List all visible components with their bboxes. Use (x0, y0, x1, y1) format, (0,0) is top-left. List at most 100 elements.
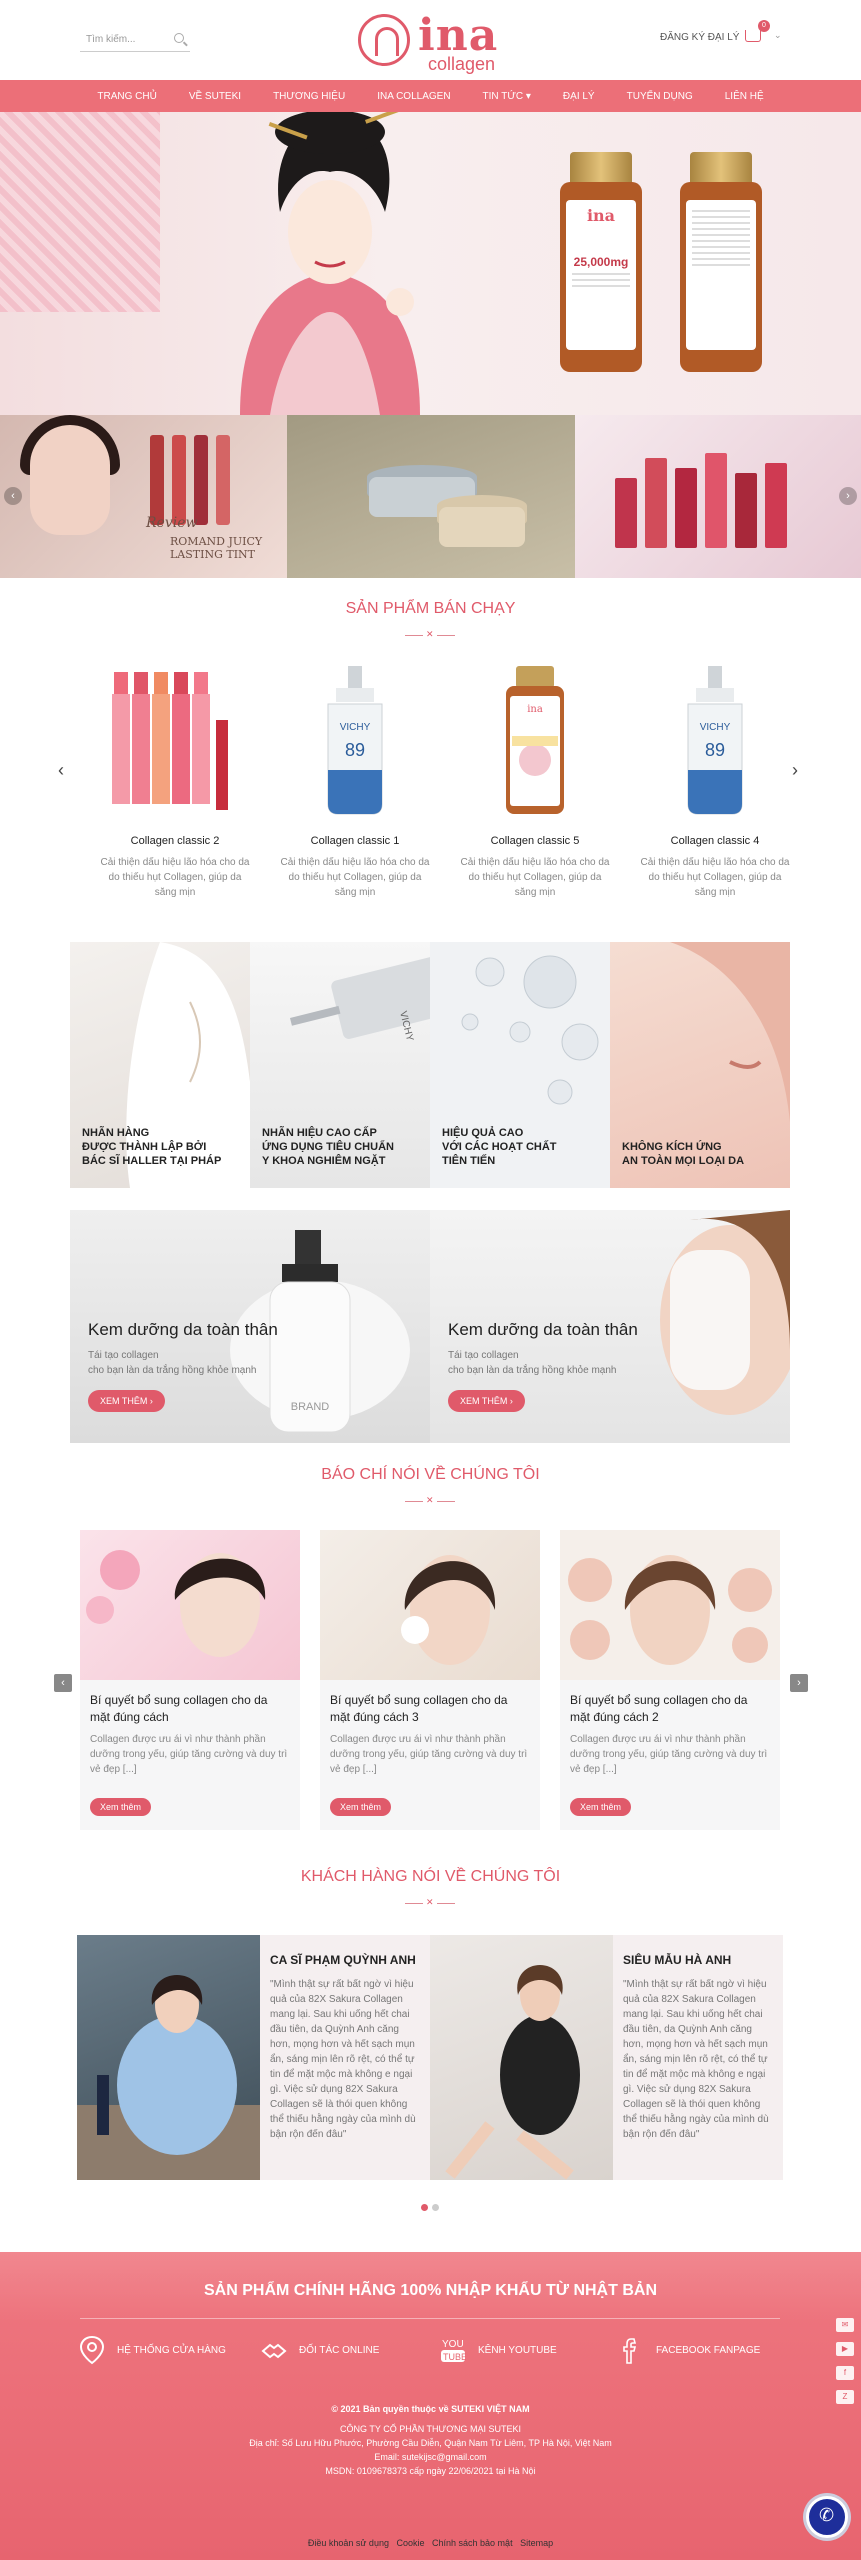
title-divider: ✕ (405, 1495, 455, 1506)
product-name[interactable]: Collagen classic 5 (450, 835, 620, 847)
product-card[interactable]: VICHY 89 Collagen classic 1 Cải thiện dấ… (270, 660, 440, 920)
slider-dot-active[interactable] (421, 2204, 428, 2211)
hero-banner[interactable]: ina 25,000mg (0, 112, 861, 415)
testimonial-quote: "Mình thật sự rất bất ngờ vì hiệu quả củ… (270, 1979, 416, 2140)
press-card[interactable]: Bí quyết bổ sung collagen cho da mặt đún… (560, 1530, 780, 1830)
footer-msdn: MSDN: 0109678373 cấp ngày 22/06/2021 tại… (325, 2466, 536, 2476)
social-mail-icon[interactable]: ✉ (836, 2318, 854, 2332)
press-next-arrow-icon[interactable]: › (790, 1674, 808, 1692)
svg-text:89: 89 (345, 740, 365, 760)
product-name[interactable]: Collagen classic 2 (90, 835, 260, 847)
press-card-desc: Collagen được ưu ái vì như thành phần dư… (90, 1734, 288, 1775)
product-card[interactable]: ina Collagen classic 5 Cải thiện dấu hiệ… (450, 660, 620, 920)
hero-pattern (0, 112, 160, 312)
press-card-title[interactable]: Bí quyết bổ sung collagen cho da mặt đún… (560, 1680, 780, 1726)
review-caption: Review (146, 515, 198, 531)
footer-link-partners[interactable]: ĐỐI TÁC ONLINE (261, 2343, 379, 2359)
hero-geisha-illustration (240, 112, 420, 415)
nav-careers[interactable]: TUYỂN DỤNG (611, 91, 709, 102)
feature-text: KHÔNG KÍCH ỨNG AN TOÀN MỌI LOẠI DA (622, 1141, 745, 1167)
search-input[interactable]: Tìm kiếm... (80, 30, 190, 52)
site-logo[interactable]: ina collagen (358, 10, 508, 74)
products-prev-arrow-icon[interactable]: ‹ (58, 760, 64, 781)
product-image: VICHY 89 (327, 666, 383, 815)
social-facebook-icon[interactable]: f (836, 2366, 854, 2380)
hero-bottle-2 (680, 152, 762, 372)
social-youtube-icon[interactable]: ▶ (836, 2342, 854, 2356)
footer-copyright: © 2021 Bản quyền thuộc về SUTEKI VIỆT NA… (331, 2404, 530, 2414)
banner-cream-jars[interactable] (287, 415, 575, 578)
social-zalo-icon[interactable]: Z (836, 2390, 854, 2404)
promo-line-1: Tái tạo collagen (448, 1350, 519, 1361)
promo-card[interactable]: Kem dưỡng da toàn thân Tái tạo collagen … (430, 1210, 790, 1443)
dealer-register-link[interactable]: ĐĂNG KÝ ĐẠI LÝ (660, 32, 739, 43)
testimonials-title: KHÁCH HÀNG NÓI VỀ CHÚNG TÔI (300, 1868, 561, 1885)
search-placeholder: Tìm kiếm... (86, 34, 136, 45)
press-more-button[interactable]: Xem thêm (90, 1798, 152, 1816)
slider-dot[interactable] (432, 2204, 439, 2211)
banner-lipsticks[interactable] (575, 415, 861, 578)
footer-link-label: HỆ THỐNG CỬA HÀNG (117, 2345, 226, 2356)
product-name[interactable]: Collagen classic 1 (270, 835, 440, 847)
testimonial-name: SIÊU MẪU HÀ ANH (623, 1953, 732, 1967)
map-pin-icon (79, 2335, 105, 2365)
press-card-title[interactable]: Bí quyết bổ sung collagen cho da mặt đún… (320, 1680, 540, 1726)
page: Tìm kiếm... ina collagen ĐĂNG KÝ ĐẠI LÝ … (0, 0, 861, 2560)
footer-link-stores[interactable]: HỆ THỐNG CỬA HÀNG (79, 2335, 226, 2365)
promo-line-2: cho bạn làn da trắng hồng khỏe mạnh (88, 1365, 257, 1376)
nav-contact[interactable]: LIÊN HỆ (709, 91, 780, 102)
bottle-brand: ina (586, 206, 616, 225)
nav-brands[interactable]: THƯƠNG HIỆU (257, 91, 361, 102)
press-card[interactable]: Bí quyết bổ sung collagen cho da mặt đún… (80, 1530, 300, 1830)
footer-link-facebook[interactable]: FACEBOOK FANPAGE (623, 2338, 760, 2364)
svg-text:Tube: Tube (443, 2352, 466, 2362)
banner-prev-arrow-icon[interactable]: ‹ (4, 487, 22, 505)
promo-more-button[interactable]: XEM THÊM › (448, 1390, 525, 1412)
press-more-button[interactable]: Xem thêm (570, 1798, 632, 1816)
feature-text: NHÃN HIỆU CAO CẤP ỨNG DỤNG TIÊU CHUẨN Y KH… (262, 1127, 394, 1167)
footer-bottom-links: Điều khoản sử dụng Cookie Chính sách bảo… (0, 2538, 861, 2548)
chevron-down-icon[interactable]: ⌄ (774, 30, 782, 41)
banner-next-arrow-icon[interactable]: › (839, 487, 857, 505)
product-card[interactable]: VICHY 89 Collagen classic 4 Cải thiện dấ… (630, 660, 800, 920)
press-card[interactable]: Bí quyết bổ sung collagen cho da mặt đún… (320, 1530, 540, 1830)
press-image (560, 1530, 780, 1680)
call-phone-icon[interactable] (806, 2496, 848, 2538)
product-desc: Cải thiện dấu hiệu lão hóa cho da do thi… (640, 857, 790, 898)
product-name[interactable]: Collagen classic 4 (630, 835, 800, 847)
svg-text:VICHY: VICHY (340, 722, 371, 733)
footer-privacy-link[interactable]: Chính sách bảo mật (432, 2538, 513, 2548)
promo-card[interactable]: BRAND Kem dưỡng da toàn thân Tái tạo col… (70, 1210, 430, 1443)
footer-sitemap-link[interactable]: Sitemap (520, 2538, 553, 2548)
cart-icon[interactable]: 0 (745, 20, 770, 42)
press-card-title[interactable]: Bí quyết bổ sung collagen cho da mặt đún… (80, 1680, 300, 1726)
footer-email[interactable]: Email: sutekijsc@gmail.com (0, 2452, 861, 2462)
nav-dealers[interactable]: ĐẠI LÝ (547, 91, 611, 102)
search-icon[interactable] (174, 33, 184, 43)
footer-cookie-link[interactable]: Cookie (396, 2538, 424, 2548)
title-divider: ✕ (405, 1897, 455, 1908)
features-row: NHÃN HÀNG ĐƯỢC THÀNH LẬP BỞI BÁC SĨ HALLER… (70, 942, 790, 1188)
press-prev-arrow-icon[interactable]: ‹ (54, 1674, 72, 1692)
feature-bubbles: HIỆU QUẢ CAO VỚI CÁC HOẠT CHẤT TIÊN TIẾN (430, 942, 610, 1188)
nav-home[interactable]: TRANG CHỦ (81, 91, 172, 102)
banner-row: Review ROMAND JUICY LASTING TINT ‹ › (0, 415, 861, 578)
footer-terms-link[interactable]: Điều khoản sử dụng (308, 2538, 389, 2548)
title-divider: ✕ (405, 629, 455, 640)
banner-romand-review[interactable]: Review ROMAND JUICY LASTING TINT (0, 415, 287, 578)
press-more-button[interactable]: Xem thêm (330, 1798, 392, 1816)
nav-ina-collagen[interactable]: INA COLLAGEN (361, 91, 466, 102)
testimonial-name: CA SĨ PHẠM QUỲNH ANH (270, 1953, 416, 1967)
footer-address: Địa chỉ: Số Lưu Hữu Phước, Phường Cầu Di… (249, 2438, 612, 2448)
product-image: VICHY 89 (687, 666, 743, 815)
product-desc: Cải thiện dấu hiệu lão hóa cho da do thi… (280, 857, 430, 898)
nav-about[interactable]: VỀ SUTEKI (173, 91, 257, 102)
nav-news[interactable]: TIN TỨC ▾ (467, 91, 547, 102)
promo-title: Kem dưỡng da toàn thân (88, 1320, 278, 1339)
main-nav: TRANG CHỦ VỀ SUTEKI THƯƠNG HIỆU INA COLL… (0, 80, 861, 112)
product-card[interactable]: Collagen classic 2 Cải thiện dấu hiệu lã… (90, 660, 260, 920)
testimonial-quote: "Mình thật sự rất bất ngờ vì hiệu quả củ… (623, 1979, 769, 2140)
handshake-icon (261, 2343, 287, 2359)
footer-link-youtube[interactable]: You Tube KÊNH YOUTUBE (441, 2339, 557, 2362)
promo-more-button[interactable]: XEM THÊM › (88, 1390, 165, 1412)
